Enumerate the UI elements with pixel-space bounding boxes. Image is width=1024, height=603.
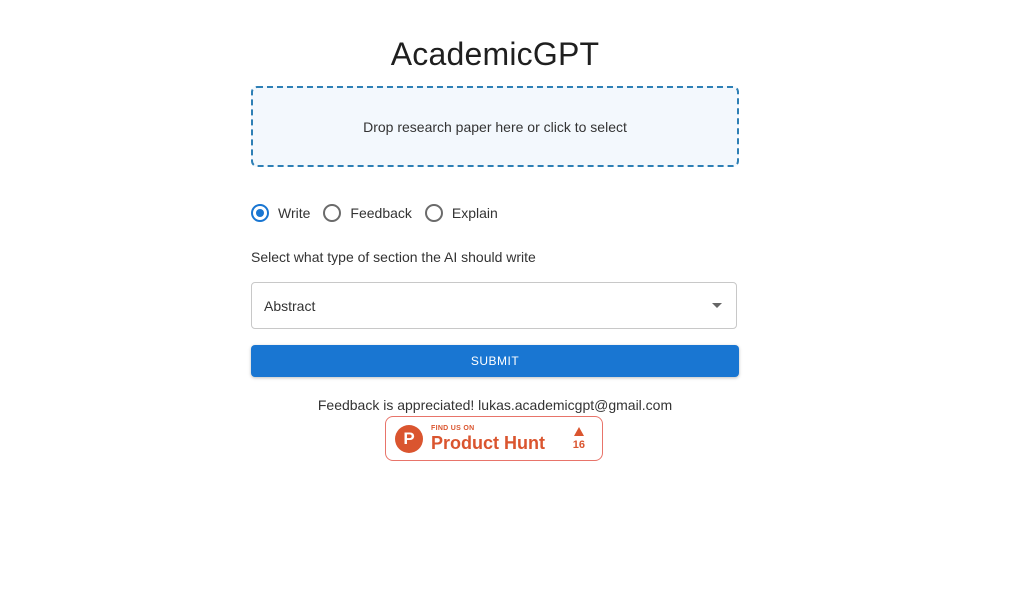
producthunt-logo-icon: P [395,424,423,453]
radio-checked-icon[interactable] [251,204,269,222]
producthunt-small-text: FIND US ON [431,424,475,432]
dropzone-label: Drop research paper here or click to sel… [363,118,627,135]
page: AcademicGPT Drop research paper here or … [0,0,1024,603]
producthunt-name: Product Hunt [431,432,545,453]
radio-feedback-label: Feedback [350,205,412,221]
section-helper-text: Select what type of section the AI shoul… [251,249,536,265]
producthunt-text: FIND US ON Product Hunt [431,425,545,453]
radio-write-label: Write [278,205,311,221]
caret-down-icon [712,303,722,308]
submit-button[interactable]: SUBMIT [251,345,739,377]
section-type-select[interactable]: Abstract [251,282,737,329]
radio-explain[interactable]: Explain [424,204,498,222]
upvote-arrow-icon [573,426,584,436]
page-title: AcademicGPT [390,36,600,72]
radio-unchecked-icon[interactable] [323,204,342,222]
radio-dot-icon [256,209,264,217]
radio-feedback[interactable]: Feedback [323,204,412,222]
producthunt-votes: 16 [572,426,585,451]
radio-unchecked-icon[interactable] [424,204,443,222]
mode-radio-group: Write Feedback Explain [251,202,511,224]
file-dropzone[interactable]: Drop research paper here or click to sel… [251,86,739,167]
producthunt-badge[interactable]: P FIND US ON Product Hunt 16 [385,416,603,461]
feedback-text: Feedback is appreciated! lukas.academicg… [317,397,673,413]
radio-explain-label: Explain [451,205,498,221]
upvote-count: 16 [572,438,585,451]
radio-write[interactable]: Write [251,204,310,222]
section-type-value: Abstract [264,297,316,314]
